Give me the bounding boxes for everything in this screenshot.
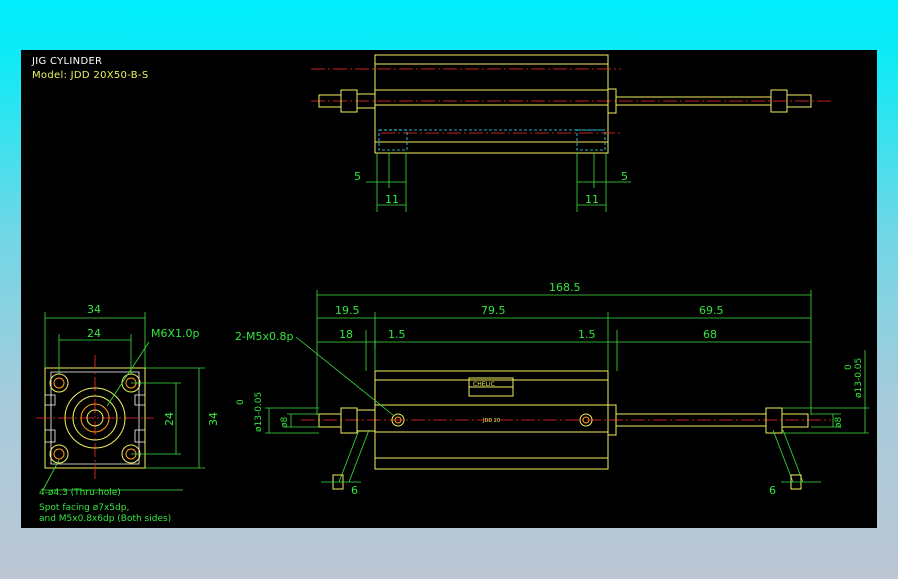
left-dia-13: ø13-0.05 [254,392,264,432]
technical-drawing: 5 11 5 11 34 24 M6X1.0p 24 34 4-ø4.3 (Th… [36,54,869,524]
dim-overall: 168.5 [549,281,581,294]
dim-18: 18 [339,328,353,341]
end-view: 34 24 M6X1.0p 24 34 4-ø4.3 (Thru-hole) S… [36,303,220,524]
right-dia-8: ø8 [834,416,844,428]
top-body [374,54,609,154]
front-nut-dim-left: 6 [351,484,358,497]
front-rod-right [781,413,809,428]
top-view: 5 11 5 11 [311,54,831,212]
port-label: 2-M5x0.8p [235,330,293,343]
spot-facing-note-1: Spot facing ø7x5dp, [39,503,129,513]
front-nut-left [340,407,358,434]
dim-1-5-right: 1.5 [578,328,596,341]
end-dim-34-side: 34 [207,412,220,426]
front-rod-left [318,413,342,428]
end-dim-24-side: 24 [163,412,176,426]
front-nut-right [765,407,783,434]
top-dim-5-right: 5 [621,170,628,183]
svg-text:JDD 20: JDD 20 [482,418,500,424]
end-dim-24-top: 24 [87,327,101,340]
right-dia-tol: 0 [844,364,854,370]
dim-68: 68 [703,328,717,341]
left-dia-8: ø8 [280,416,290,428]
dim-79-5: 79.5 [481,304,506,317]
top-dim-11-left: 11 [385,193,399,206]
right-dia-13: ø13-0.05 [854,358,864,398]
end-dim-34-top: 34 [87,303,101,316]
cad-viewport[interactable]: JIG CYLINDER Model: JDD 20X50-B-S 5 11 5… [21,50,877,528]
hole-note: 4-ø4.3 (Thru-hole) [39,488,121,498]
mount-hole-tl [49,373,69,393]
front-nut-dim-right: 6 [769,484,776,497]
spot-facing-note-2: and M5x0.8x6dp (Both sides) [39,514,171,524]
dim-1-5-left: 1.5 [388,328,406,341]
top-dim-5-left: 5 [354,170,361,183]
left-dia-tol: 0 [236,399,246,405]
dim-19-5: 19.5 [335,304,360,317]
svg-text:CHELIC: CHELIC [473,381,495,388]
top-dim-11-right: 11 [585,193,599,206]
front-view: CHELIC JDD 20 6 6 168.5 19.5 79.5 69.5 1… [235,281,869,497]
end-thread-label: M6X1.0p [151,327,200,340]
dim-69-5: 69.5 [699,304,724,317]
